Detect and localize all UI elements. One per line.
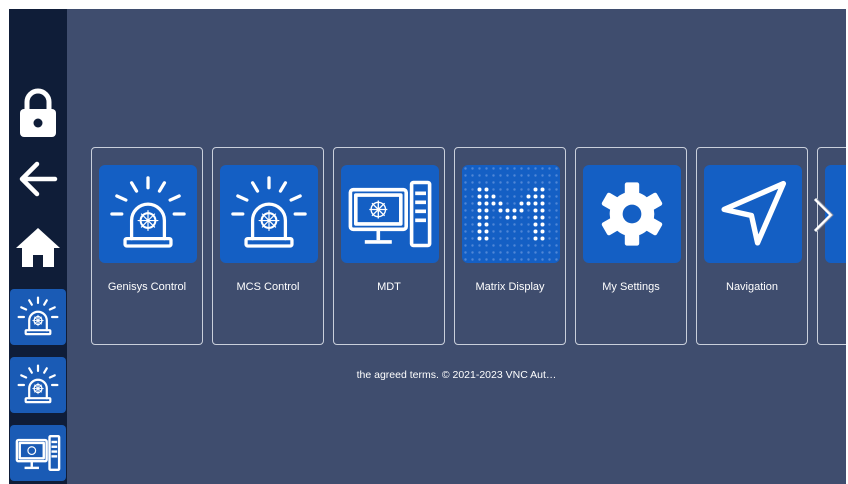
- tile-label: MCS Control: [236, 281, 300, 293]
- tile-label: Genisys Control: [107, 281, 187, 293]
- tile-icon-box: [341, 165, 439, 263]
- tile-label: MDT: [377, 281, 401, 293]
- app-tile-matrix-display[interactable]: Matrix Display: [454, 147, 566, 345]
- tile-icon-box: [462, 165, 560, 263]
- tile-icon-box: [704, 165, 802, 263]
- tile-icon-box: [583, 165, 681, 263]
- alarm-beacon-icon: [110, 176, 186, 248]
- alarm-beacon-icon: [231, 176, 307, 248]
- sidebar-mdt-shortcut[interactable]: [10, 425, 66, 481]
- gear-icon: [601, 182, 663, 246]
- app-tile-my-settings[interactable]: My Settings: [575, 147, 687, 345]
- app-screen: Genisys Control MCS Control MDT Matrix D…: [9, 9, 846, 484]
- app-tile-mcs-control[interactable]: MCS Control: [212, 147, 324, 345]
- back-arrow-icon[interactable]: [9, 157, 67, 201]
- computer-icon: [348, 180, 432, 248]
- navigation-arrow-icon: [721, 180, 787, 246]
- matrix-display-icon: [462, 165, 560, 263]
- alarm-beacon-icon: [17, 296, 59, 336]
- sidebar: [9, 9, 67, 484]
- app-launcher: Genisys Control MCS Control MDT Matrix D…: [67, 9, 846, 484]
- tile-icon-box: [99, 165, 197, 263]
- app-tile-navigation[interactable]: Navigation: [696, 147, 808, 345]
- home-icon[interactable]: [9, 223, 67, 271]
- tile-label: My Settings: [602, 281, 660, 293]
- tile-label: Matrix Display: [475, 281, 545, 293]
- chevron-right-icon[interactable]: [809, 195, 837, 235]
- app-tile-partial[interactable]: [817, 147, 846, 345]
- sidebar-genisys-shortcut[interactable]: [10, 289, 66, 345]
- app-tile-genisys-control[interactable]: Genisys Control: [91, 147, 203, 345]
- alarm-beacon-icon: [17, 364, 59, 404]
- app-tile-mdt[interactable]: MDT: [333, 147, 445, 345]
- sidebar-mcs-shortcut[interactable]: [10, 357, 66, 413]
- copyright-text: the agreed terms. © 2021-2023 VNC Aut…: [356, 369, 557, 381]
- lock-icon[interactable]: [9, 85, 67, 141]
- computer-icon: [15, 435, 61, 471]
- tile-icon-box: [220, 165, 318, 263]
- tile-label: Navigation: [726, 281, 778, 293]
